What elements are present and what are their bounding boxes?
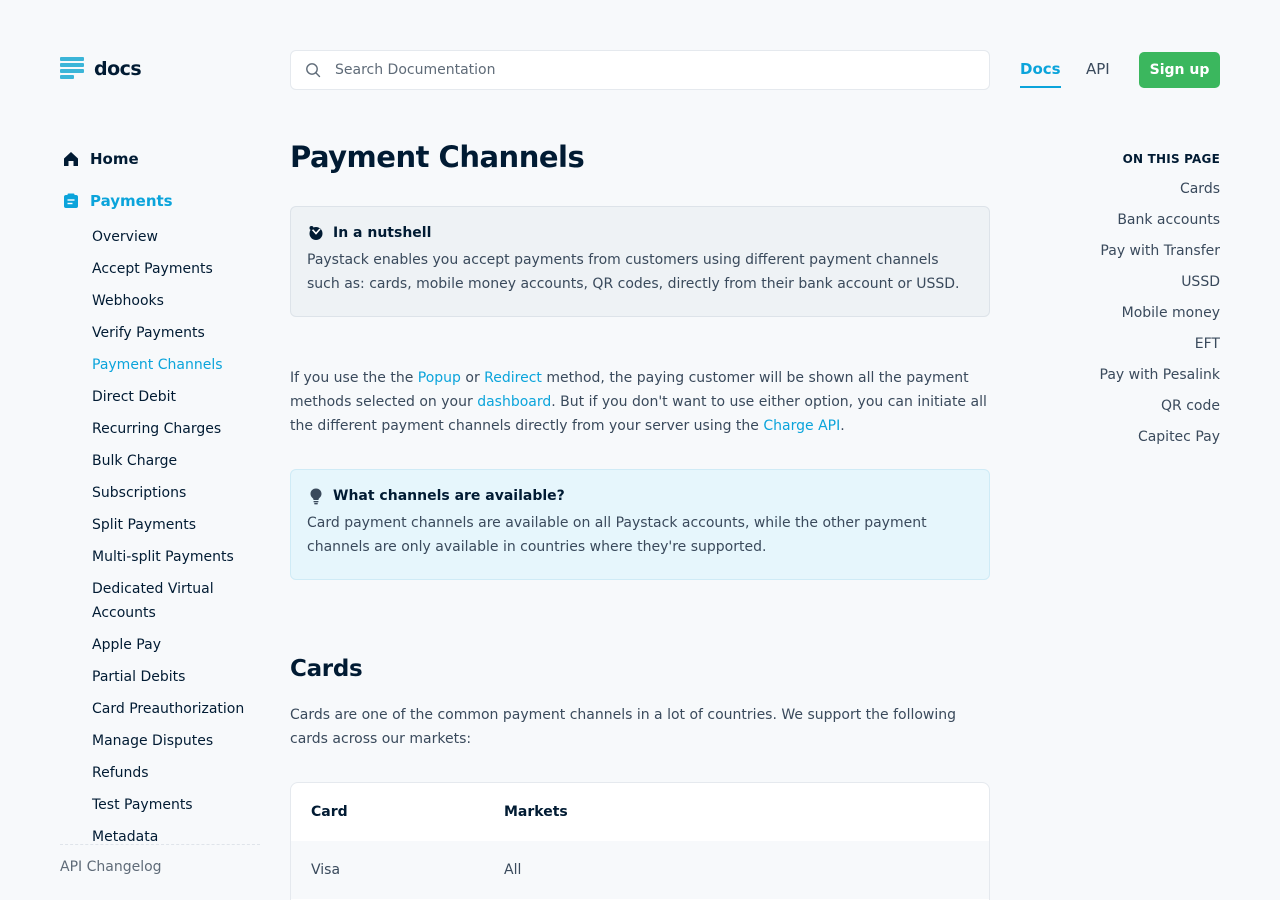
redirect-link[interactable]: Redirect — [484, 370, 542, 386]
sidebar-subitem-metadata[interactable]: Metadata — [92, 825, 260, 849]
intro-text: If you use the the — [290, 370, 418, 386]
nutshell-title: In a nutshell — [333, 225, 432, 241]
intro-paragraph: If you use the the Popup or Redirect met… — [290, 366, 990, 438]
lightbulb-icon — [307, 487, 325, 505]
search-icon — [305, 62, 321, 78]
intro-text: . — [840, 418, 845, 434]
charge-api-link[interactable]: Charge API — [763, 418, 840, 434]
payments-submenu: Overview Accept Payments Webhooks Verify… — [60, 225, 260, 849]
search-input[interactable] — [335, 62, 935, 78]
sidebar-item-label: Payments — [90, 192, 173, 210]
table-cell: Visa — [311, 862, 341, 878]
sidebar-subitem-refunds[interactable]: Refunds — [92, 761, 260, 785]
toc-item-bank-accounts[interactable]: Bank accounts — [1100, 210, 1220, 230]
docs-logo-icon — [60, 57, 84, 81]
toc-item-ussd[interactable]: USSD — [1100, 272, 1220, 292]
signup-button[interactable]: Sign up — [1139, 52, 1220, 88]
sidebar-subitem-multi-split-payments[interactable]: Multi-split Payments — [92, 545, 260, 569]
sidebar-subitem-test-payments[interactable]: Test Payments — [92, 793, 260, 817]
sidebar-subitem-bulk-charge[interactable]: Bulk Charge — [92, 449, 260, 473]
cards-intro: Cards are one of the common payment chan… — [290, 707, 957, 747]
table-header-markets: Markets — [504, 804, 568, 820]
sidebar-subitem-verify-payments[interactable]: Verify Payments — [92, 321, 260, 345]
toc-item-qr-code[interactable]: QR code — [1100, 396, 1220, 416]
table-header-row: Card Markets — [291, 783, 989, 841]
dashboard-link[interactable]: dashboard — [477, 394, 551, 410]
sidebar-item-label: Home — [90, 150, 139, 168]
sidebar-subitem-dedicated-virtual-accounts[interactable]: Dedicated Virtual Accounts — [92, 577, 242, 625]
sidebar: Home Payments Overview Accept Payments W… — [60, 145, 260, 857]
sidebar-subitem-subscriptions[interactable]: Subscriptions — [92, 481, 260, 505]
table-cell: All — [504, 862, 522, 878]
toc-title: ON THIS PAGE — [1122, 152, 1220, 166]
sidebar-subitem-payment-channels[interactable]: Payment Channels — [92, 353, 260, 377]
sidebar-subitem-overview[interactable]: Overview — [92, 225, 260, 249]
sidebar-subitem-direct-debit[interactable]: Direct Debit — [92, 385, 260, 409]
nav-api-tab[interactable]: API — [1086, 60, 1110, 78]
cards-heading: Cards — [290, 656, 363, 682]
sidebar-subitem-accept-payments[interactable]: Accept Payments — [92, 257, 260, 281]
sidebar-subitem-partial-debits[interactable]: Partial Debits — [92, 665, 260, 689]
channels-body: Card payment channels are available on a… — [307, 515, 927, 555]
toc-item-pay-with-transfer[interactable]: Pay with Transfer — [1100, 241, 1220, 261]
sidebar-divider — [60, 844, 260, 845]
table-header-card: Card — [311, 804, 348, 820]
sidebar-subitem-apple-pay[interactable]: Apple Pay — [92, 633, 260, 657]
toc-item-eft[interactable]: EFT — [1100, 334, 1220, 354]
nutshell-callout: In a nutshell Paystack enables you accep… — [290, 206, 990, 317]
sidebar-subitem-webhooks[interactable]: Webhooks — [92, 289, 260, 313]
toc-item-cards[interactable]: Cards — [1100, 179, 1220, 199]
home-icon — [61, 149, 81, 169]
channels-title: What channels are available? — [333, 488, 565, 504]
sidebar-subitem-card-preauthorization[interactable]: Card Preauthorization — [92, 697, 260, 721]
nutshell-body: Paystack enables you accept payments fro… — [307, 252, 960, 292]
intro-text: or — [460, 370, 485, 386]
payments-icon — [61, 191, 81, 211]
nutshell-icon — [307, 224, 325, 242]
docs-logo[interactable]: docs — [60, 57, 142, 81]
api-changelog-link[interactable]: API Changelog — [60, 859, 162, 875]
search-bar[interactable] — [290, 50, 990, 90]
toc-item-mobile-money[interactable]: Mobile money — [1100, 303, 1220, 323]
table-row: Visa All — [291, 841, 989, 899]
toc-item-pay-with-pesalink[interactable]: Pay with Pesalink — [1100, 365, 1220, 385]
popup-link[interactable]: Popup — [418, 370, 461, 386]
cards-table: Card Markets Visa All — [290, 782, 990, 900]
page-title: Payment Channels — [290, 140, 585, 174]
logo-text: docs — [94, 58, 142, 80]
nav-docs-tab[interactable]: Docs — [1020, 60, 1061, 88]
channels-callout: What channels are available? Card paymen… — [290, 469, 990, 580]
sidebar-subitem-split-payments[interactable]: Split Payments — [92, 513, 260, 537]
sidebar-item-payments[interactable]: Payments — [60, 187, 260, 215]
sidebar-item-home[interactable]: Home — [60, 145, 260, 173]
sidebar-subitem-recurring-charges[interactable]: Recurring Charges — [92, 417, 260, 441]
toc-item-capitec-pay[interactable]: Capitec Pay — [1100, 427, 1220, 447]
sidebar-subitem-manage-disputes[interactable]: Manage Disputes — [92, 729, 260, 753]
on-this-page-toc: ON THIS PAGE Cards Bank accounts Pay wit… — [1100, 152, 1220, 458]
